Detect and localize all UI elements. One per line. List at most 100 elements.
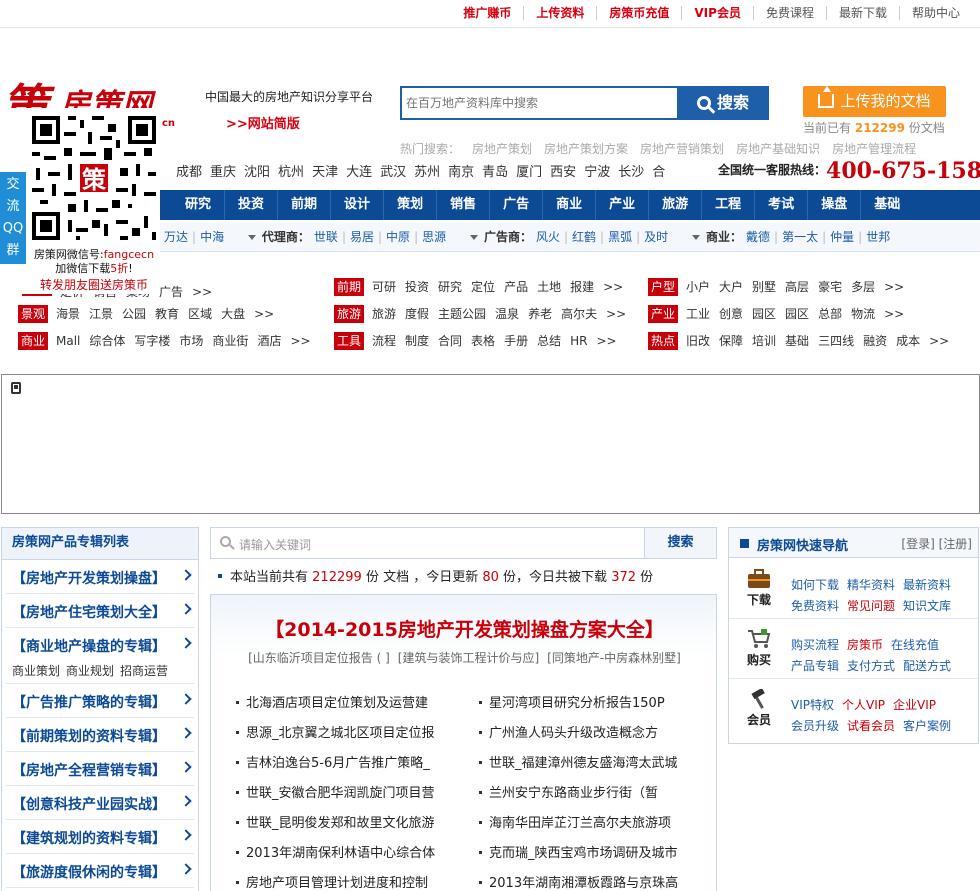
tag-link[interactable]: 养老 <box>528 307 552 321</box>
quick-nav-link[interactable]: 配送方式 <box>903 659 951 673</box>
keyword-search-button[interactable]: 搜索 <box>644 528 716 558</box>
nav-item[interactable]: 策划 <box>383 190 436 220</box>
tag-link[interactable]: 商业街 <box>212 334 248 348</box>
album-item[interactable]: 【前期策划的资料专辑】 <box>6 718 194 752</box>
featured-doc-link[interactable]: 克而瑞_陕西宝鸡市场调研及城市 <box>479 842 709 861</box>
album-item[interactable]: 【创意科技产业园实战】 <box>6 786 194 820</box>
tag-link[interactable]: 豪宅 <box>818 280 842 294</box>
tag-link[interactable]: 写字楼 <box>134 334 170 348</box>
tag-link[interactable]: 旅游 <box>372 307 396 321</box>
hot-search-item[interactable]: 房地产基础知识 <box>736 142 820 156</box>
nav-item[interactable]: 前期 <box>277 190 330 220</box>
toplink-upload[interactable]: 上传资料 <box>523 6 596 20</box>
city-item[interactable]: 杭州 <box>278 165 304 180</box>
tag-link[interactable]: 产品 <box>504 280 528 294</box>
city-item[interactable]: 青岛 <box>482 165 508 180</box>
city-item[interactable]: 合 <box>652 165 665 180</box>
nav-item[interactable]: 旅游 <box>648 190 701 220</box>
tag-link[interactable]: HR <box>570 334 587 348</box>
tag-more-link[interactable]: >> <box>884 307 904 321</box>
commerce-link[interactable]: 戴德 <box>746 230 770 244</box>
tag-link[interactable]: 广告 <box>159 285 183 299</box>
tag-link[interactable]: 综合体 <box>89 334 125 348</box>
featured-doc-link[interactable]: 2013年湖南保利林语中心综合体 <box>236 842 466 861</box>
ad-link[interactable]: 及时 <box>644 230 668 244</box>
simple-version-link[interactable]: >>网站简版 <box>226 113 300 132</box>
hot-search-item[interactable]: 房地产策划方案 <box>544 142 628 156</box>
nav-item[interactable]: 考试 <box>754 190 807 220</box>
register-link[interactable]: [注册] <box>939 537 972 551</box>
tag-link[interactable]: 投资 <box>405 280 429 294</box>
quick-nav-link[interactable]: 购买流程 <box>791 638 839 652</box>
city-item[interactable]: 宁波 <box>584 165 610 180</box>
tag-more-link[interactable]: >> <box>884 280 904 294</box>
tag-more-link[interactable]: >> <box>929 334 949 348</box>
tag-link[interactable]: 手册 <box>504 334 528 348</box>
tag-link[interactable]: 江景 <box>89 307 113 321</box>
upload-document-button[interactable]: 上传我的文档 <box>803 86 946 117</box>
album-item[interactable]: 【建筑规划的资料专辑】 <box>6 820 194 854</box>
album-item[interactable]: 【房地产全程营销专辑】 <box>6 752 194 786</box>
album-sub-link[interactable]: 商业规划 <box>66 664 114 678</box>
tag-link[interactable]: 市场 <box>179 334 203 348</box>
featured-doc-link[interactable]: 广州渔人码头升级改造概念方 <box>479 722 709 741</box>
quick-nav-link[interactable]: 个人VIP <box>842 698 885 712</box>
tag-link[interactable]: 工业 <box>686 307 710 321</box>
quick-nav-link[interactable]: VIP特权 <box>791 698 834 712</box>
album-item[interactable]: 【广告推广策略的专辑】 <box>6 684 194 718</box>
city-item[interactable]: 成都 <box>176 165 202 180</box>
tag-link[interactable]: 园区 <box>785 307 809 321</box>
tag-link[interactable]: 土地 <box>537 280 561 294</box>
ad-link[interactable]: 风火 <box>536 230 560 244</box>
tag-link[interactable]: 研究 <box>438 280 462 294</box>
keyword-search-input[interactable]: 请输入关键词 <box>239 536 311 553</box>
featured-doc-link[interactable]: 世联_安徽合肥华润凯旋门项目营 <box>236 782 466 801</box>
tag-more-link[interactable]: >> <box>192 285 212 299</box>
quick-nav-link[interactable]: 客户案例 <box>903 719 951 733</box>
search-button[interactable]: 搜索 <box>677 86 769 120</box>
quick-nav-link[interactable]: 常见问题 <box>847 599 895 613</box>
nav-item[interactable]: 产业 <box>595 190 648 220</box>
quick-nav-link[interactable]: 如何下载 <box>791 578 839 592</box>
nav-item[interactable]: 工程 <box>701 190 754 220</box>
tag-link[interactable]: 大盘 <box>221 307 245 321</box>
commerce-link[interactable]: 仲量 <box>830 230 854 244</box>
city-item[interactable]: 苏州 <box>414 165 440 180</box>
tag-link[interactable]: 物流 <box>851 307 875 321</box>
toplink-free-course[interactable]: 免费课程 <box>752 6 826 20</box>
tag-more-link[interactable]: >> <box>254 307 274 321</box>
hot-search-item[interactable]: 房地产策划 <box>472 142 532 156</box>
quick-nav-link[interactable]: 免费资料 <box>791 599 839 613</box>
album-item[interactable]: 【旅游度假休闲的专辑】 <box>6 854 194 888</box>
tag-link[interactable]: 制度 <box>405 334 429 348</box>
tag-more-link[interactable]: >> <box>596 334 616 348</box>
nav-item[interactable]: 基础 <box>860 190 913 220</box>
city-item[interactable]: 天津 <box>312 165 338 180</box>
city-item[interactable]: 南京 <box>448 165 474 180</box>
album-item[interactable]: 【房地产住宅策划大全】 <box>6 594 194 628</box>
quick-nav-link[interactable]: 试看会员 <box>847 719 895 733</box>
featured-doc-link[interactable]: 吉林泊逸台5-6月广告推广策略_ <box>236 752 466 771</box>
tag-link[interactable]: 培训 <box>752 334 776 348</box>
city-item[interactable]: 大连 <box>346 165 372 180</box>
tag-link[interactable]: 基础 <box>785 334 809 348</box>
nav-item[interactable]: 投资 <box>224 190 277 220</box>
toplink-recharge[interactable]: 房策币充值 <box>596 6 681 20</box>
featured-doc-link[interactable]: 思源_北京翼之城北区项目定位报 <box>236 722 466 741</box>
tag-link[interactable]: 流程 <box>372 334 396 348</box>
featured-related-link[interactable]: [建筑与装饰工程计价与应] <box>398 651 539 665</box>
nav-item[interactable]: 设计 <box>330 190 383 220</box>
featured-title[interactable]: 【2014-2015房地产开发策划操盘方案大全】 <box>211 615 718 642</box>
toplink-help[interactable]: 帮助中心 <box>898 6 972 20</box>
nav-item[interactable]: 销售 <box>436 190 489 220</box>
login-link[interactable]: [登录] <box>901 537 934 551</box>
album-item[interactable]: 【商业地产操盘的专辑】 商业策划 商业规划 招商运营 <box>6 628 194 684</box>
tag-link[interactable]: 公园 <box>122 307 146 321</box>
tag-link[interactable]: 总部 <box>818 307 842 321</box>
toplink-vip[interactable]: VIP会员 <box>681 6 753 20</box>
tag-link[interactable]: 融资 <box>863 334 887 348</box>
tag-more-link[interactable]: >> <box>603 280 623 294</box>
tag-link[interactable]: 成本 <box>896 334 920 348</box>
featured-doc-link[interactable]: 海南华田岸芷汀兰高尔夫旅游项 <box>479 812 709 831</box>
agent-link[interactable]: 世联 <box>314 230 338 244</box>
